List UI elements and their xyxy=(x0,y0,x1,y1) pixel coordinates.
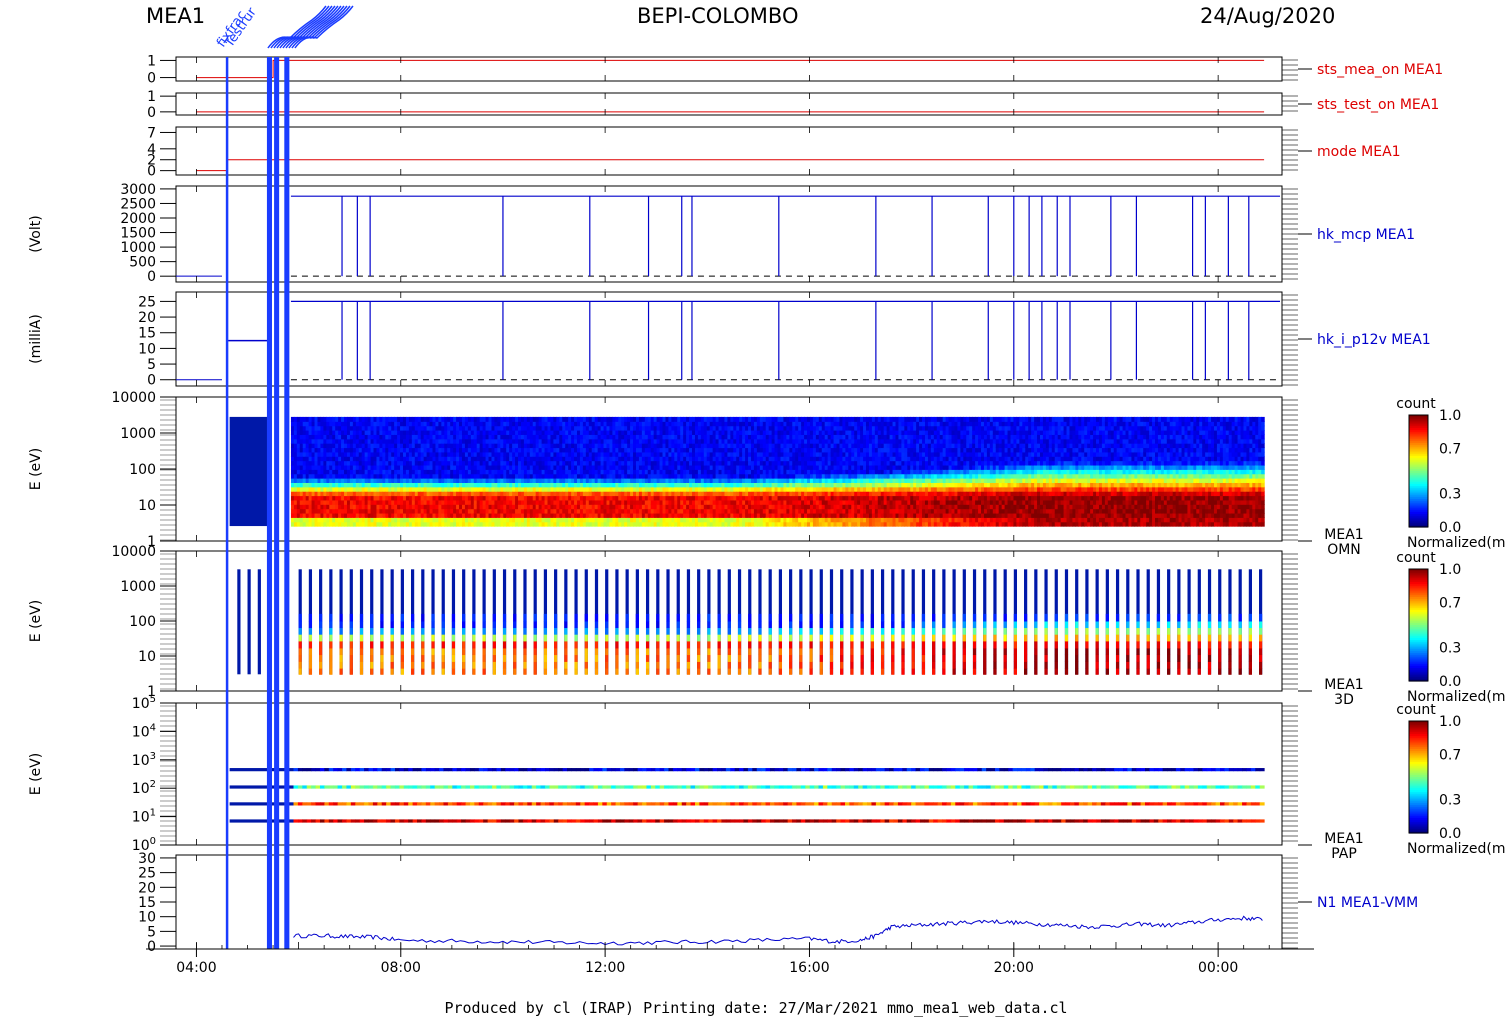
series-line xyxy=(196,159,1265,172)
y-tick-label: 0 xyxy=(147,939,156,955)
panel-frame xyxy=(175,126,1283,176)
y-tick-label: 10 xyxy=(138,341,156,357)
series-label: hk_i_p12v MEA1 xyxy=(1317,332,1431,348)
y-tick-label: 20 xyxy=(138,880,156,896)
y-tick-label: 0 xyxy=(147,269,156,285)
series-line xyxy=(196,59,1265,79)
y-tick-label: 0 xyxy=(147,105,156,121)
series-label: hk_mcp MEA1 xyxy=(1317,227,1415,243)
y-tick-label: 5 xyxy=(147,357,156,373)
series-label: sts_test_on MEA1 xyxy=(1317,97,1439,113)
heatmap-early-block xyxy=(229,416,271,527)
y-tick-label: 0 xyxy=(147,71,156,87)
y-tick-label: 25 xyxy=(138,866,156,882)
y-tick-label: 0 xyxy=(147,373,156,389)
y-tick-label: 7 xyxy=(147,125,156,141)
y-tick-label: 20 xyxy=(138,310,156,326)
series-line xyxy=(293,915,1263,946)
plot-root: MEA1 BEPI-COLOMBO 24/Aug/2020 1 0 sts_mea_… xyxy=(0,0,1512,1020)
y-axis-label: (milliA) xyxy=(28,314,44,364)
chart-svg: 10sts_mea_on MEA110 sts_test_on MEA17420m… xyxy=(28,5,1506,976)
y-tick-label: 15 xyxy=(138,895,156,911)
y-axis-label: (Volt) xyxy=(28,215,44,252)
y-tick-label: 5 xyxy=(147,924,156,940)
series-label: sts_mea_on MEA1 xyxy=(1317,62,1443,78)
panel-frame xyxy=(175,854,1283,950)
y-tick-label: 1 xyxy=(147,89,156,105)
y-tick-label: 15 xyxy=(138,326,156,342)
series-label: mode MEA1 xyxy=(1317,144,1401,160)
y-tick-label: 25 xyxy=(138,294,156,310)
y-tick-label: 1 xyxy=(147,53,156,69)
y-tick-label: 10 xyxy=(138,910,156,926)
series-label: N1 MEA1-VMM xyxy=(1317,895,1418,911)
y-tick-label: 0 xyxy=(147,164,156,180)
